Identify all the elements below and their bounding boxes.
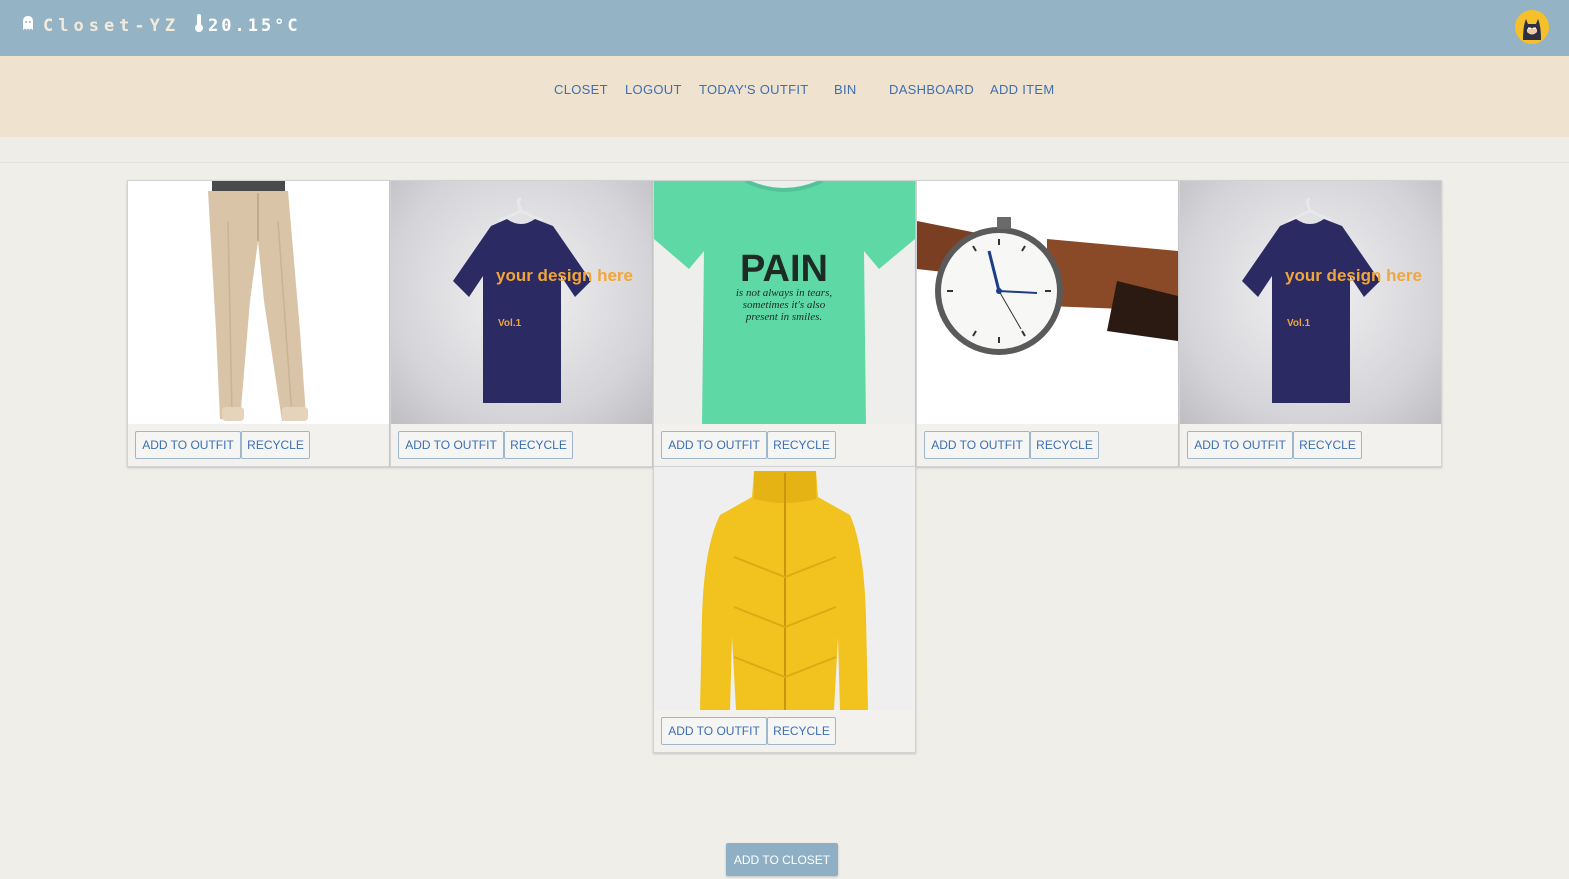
item-image: your design here Vol.1	[391, 181, 652, 424]
print-sub: Vol.1	[498, 318, 522, 329]
tshirt-icon: your design here Vol.1	[453, 197, 633, 403]
wristwatch-icon	[917, 217, 1178, 355]
closet-item-card: your design here Vol.1 ADD TO OUTFIT REC…	[1179, 180, 1442, 467]
print-sub: Vol.1	[1287, 318, 1311, 329]
recycle-button[interactable]: RECYCLE	[504, 431, 573, 459]
nav-add-item[interactable]: ADD ITEM	[990, 82, 1055, 97]
recycle-button[interactable]: RECYCLE	[1030, 431, 1099, 459]
closet-item-card: ADD TO OUTFIT RECYCLE	[127, 180, 390, 467]
recycle-button[interactable]: RECYCLE	[1293, 431, 1362, 459]
add-to-outfit-button[interactable]: ADD TO OUTFIT	[398, 431, 504, 459]
item-image: your design here Vol.1	[1180, 181, 1441, 424]
print-line: is not always in tears,	[736, 287, 833, 299]
nav-dashboard[interactable]: DASHBOARD	[889, 82, 974, 97]
recycle-button[interactable]: RECYCLE	[767, 717, 836, 745]
tshirt-icon: PAIN is not always in tears, sometimes i…	[654, 181, 915, 424]
temperature-value: 20.15°C	[208, 15, 301, 36]
print-line: present in smiles.	[745, 311, 822, 323]
add-to-closet-button[interactable]: ADD TO CLOSET	[726, 843, 838, 876]
item-image	[917, 181, 1178, 424]
tshirt-icon: your design here Vol.1	[1242, 197, 1422, 403]
item-image	[128, 181, 389, 424]
nav-bin[interactable]: BIN	[834, 82, 857, 97]
print-line: your design here	[496, 266, 633, 285]
recycle-button[interactable]: RECYCLE	[767, 431, 836, 459]
nav-todays-outfit[interactable]: TODAY'S OUTFIT	[699, 82, 808, 97]
print-line: PAIN	[740, 248, 828, 290]
print-line: your design here	[1285, 266, 1422, 285]
add-to-outfit-button[interactable]: ADD TO OUTFIT	[924, 431, 1030, 459]
batman-avatar-icon[interactable]	[1515, 10, 1549, 44]
main-nav: CLOSET LOGOUT TODAY'S OUTFIT BIN DASHBOA…	[0, 56, 1569, 137]
ghost-icon	[21, 14, 35, 37]
trousers-icon	[208, 181, 308, 421]
closet-item-card: PAIN is not always in tears, sometimes i…	[653, 180, 916, 467]
nav-closet[interactable]: CLOSET	[554, 82, 608, 97]
add-to-outfit-button[interactable]: ADD TO OUTFIT	[661, 717, 767, 745]
add-to-outfit-button[interactable]: ADD TO OUTFIT	[135, 431, 241, 459]
brand[interactable]: Closet-YZ	[21, 14, 180, 37]
add-to-outfit-button[interactable]: ADD TO OUTFIT	[1187, 431, 1293, 459]
recycle-button[interactable]: RECYCLE	[241, 431, 310, 459]
add-to-outfit-button[interactable]: ADD TO OUTFIT	[661, 431, 767, 459]
closet-item-card: ADD TO OUTFIT RECYCLE	[653, 466, 916, 753]
page-toolbar-strip	[0, 137, 1569, 163]
temperature-display: 20.15°C	[194, 13, 301, 38]
print-line: sometimes it's also	[743, 299, 826, 311]
jacket-icon	[700, 471, 868, 710]
closet-item-card: ADD TO OUTFIT RECYCLE	[916, 180, 1179, 467]
app-title: Closet-YZ	[43, 15, 181, 36]
app-header: Closet-YZ 20.15°C	[0, 0, 1569, 56]
item-image	[654, 467, 915, 710]
thermometer-icon	[194, 13, 204, 38]
nav-logout[interactable]: LOGOUT	[625, 82, 682, 97]
item-image: PAIN is not always in tears, sometimes i…	[654, 181, 915, 424]
closet-item-card: your design here Vol.1 ADD TO OUTFIT REC…	[390, 180, 653, 467]
